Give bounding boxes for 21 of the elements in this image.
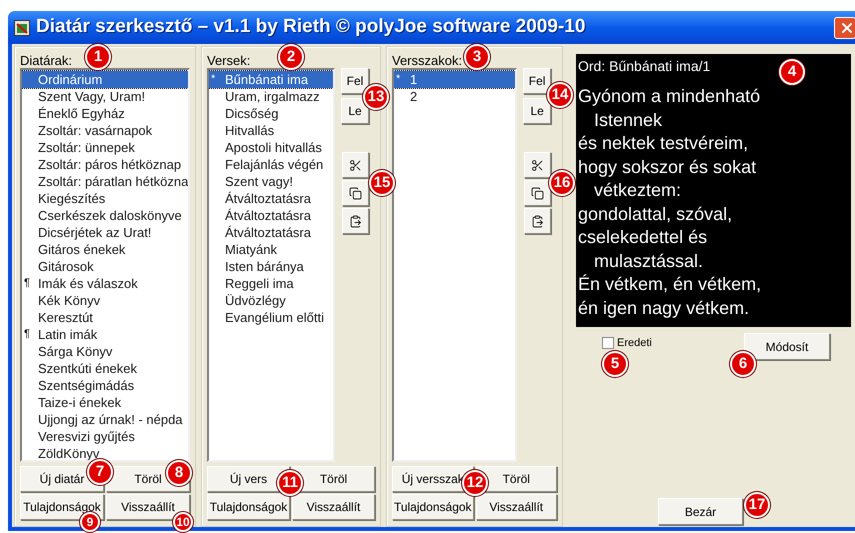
window-title: Diatár szerkesztő – v1.1 by Rieth © polyJoe software 2009-10 [36, 15, 586, 40]
list-label: Versszakok: [392, 52, 462, 68]
list-label: Versek: [207, 52, 250, 68]
list-label: Diatárak: [20, 52, 72, 68]
preview-line: hogy sokszor és sokat [578, 156, 756, 179]
callout-tooltip: 10 [173, 512, 193, 532]
preview-line: én igen nagy vétkem. [578, 296, 750, 320]
preview-line: és nektek testvéreim, [578, 132, 748, 155]
preview-header: Ord: Bűnbánati ima/1 [578, 57, 710, 76]
item-marker: ¶ [24, 328, 30, 340]
preview-line: gondolattal, szóval, [578, 202, 732, 226]
preview-line: mulasztással. [594, 250, 704, 272]
preview-line: Gyónom a mindenható [578, 85, 760, 108]
item-marker: ¶ [24, 277, 30, 290]
preview-line: vétkeztem: [594, 179, 682, 202]
preview-line: Én vétkem, én vétkem, [578, 273, 762, 296]
callout-tooltip: 9 [80, 512, 100, 532]
preview-line: Istennek [594, 108, 662, 132]
preview-line: cselekedettel és [578, 226, 708, 249]
item-marker: * [396, 73, 400, 86]
item-marker: * [211, 73, 216, 86]
